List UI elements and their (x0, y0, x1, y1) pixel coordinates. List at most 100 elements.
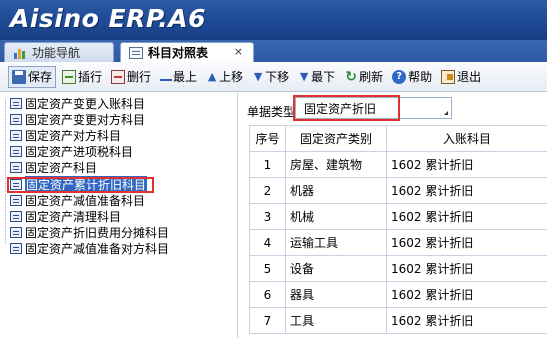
list-icon (10, 242, 22, 254)
row-category[interactable]: 设备 (285, 255, 387, 282)
app-logo: Aisino ERP.A6 (10, 4, 206, 33)
row-index: 7 (249, 307, 286, 334)
account-type-tree: 固定资产变更入账科目 固定资产变更对方科目 固定资产对方科目 固定资产进项税科目… (0, 93, 238, 338)
tree-item[interactable]: 固定资产折旧费用分摊科目 (10, 225, 170, 240)
refresh-button[interactable]: ↻ 刷新 (341, 66, 386, 88)
save-icon (12, 69, 26, 84)
help-button[interactable]: ? 帮助 (389, 66, 435, 88)
select-highlight-box (293, 95, 400, 121)
tab-strip: 功能导航 科目对照表 × (0, 40, 547, 62)
exit-label: 退出 (457, 70, 482, 84)
row-account[interactable]: 1602 累计折旧 (386, 281, 547, 308)
move-down-label: 下移 (265, 70, 290, 84)
column-header-index[interactable]: 序号 (249, 125, 286, 152)
row-account[interactable]: 1602 累计折旧 (386, 177, 547, 204)
move-bottom-label: 最下 (311, 70, 336, 84)
tab-label: 科目对照表 (148, 46, 209, 60)
row-category[interactable]: 工具 (285, 307, 387, 334)
mapping-panel: 单据类型 固定资产折旧 序号 固定资产类别 入账科目 1 房屋、建筑物 1602… (239, 93, 547, 338)
table-row[interactable]: 5 设备 1602 累计折旧 (249, 255, 547, 282)
tab-account-mapping[interactable]: 科目对照表 × (120, 42, 254, 62)
move-bottom-icon: ▼ (299, 70, 309, 83)
list-icon (10, 194, 22, 206)
table-row[interactable]: 3 机械 1602 累计折旧 (249, 203, 547, 230)
insert-row-icon (62, 69, 77, 84)
move-top-button[interactable]: 最上 (157, 66, 200, 88)
row-index: 4 (249, 229, 286, 256)
tree-item[interactable]: 固定资产变更入账科目 (10, 96, 146, 111)
list-icon (10, 210, 22, 222)
list-icon (10, 226, 22, 238)
tree-item-label: 固定资产进项税科目 (25, 144, 134, 159)
table-icon (129, 46, 143, 59)
close-tab-button[interactable]: × (234, 45, 243, 58)
list-icon (10, 145, 22, 157)
toolbar: 保存 插行 删行 最上 ▲ 上移 ▼ 下移 ▼ 最下 ↻ 刷新 ? 帮助 退出 (0, 62, 547, 92)
table-row[interactable]: 2 机器 1602 累计折旧 (249, 177, 547, 204)
column-header-category[interactable]: 固定资产类别 (285, 125, 387, 152)
help-icon: ? (392, 69, 407, 84)
list-icon (10, 161, 22, 173)
tree-item-label: 固定资产清理科目 (25, 209, 122, 224)
chart-icon (13, 47, 27, 59)
list-icon (10, 97, 22, 109)
table-row[interactable]: 7 工具 1602 累计折旧 (249, 307, 547, 334)
row-category[interactable]: 机械 (285, 203, 387, 230)
delete-row-icon (111, 69, 126, 84)
row-index: 6 (249, 281, 286, 308)
tree-item-label: 固定资产折旧费用分摊科目 (25, 225, 170, 240)
delete-row-button[interactable]: 删行 (108, 66, 154, 88)
tree-item[interactable]: 固定资产对方科目 (10, 128, 121, 143)
row-account[interactable]: 1602 累计折旧 (386, 229, 547, 256)
tree-item[interactable]: 固定资产减值准备对方科目 (10, 241, 170, 256)
tab-label: 功能导航 (32, 46, 81, 60)
row-category[interactable]: 运输工具 (285, 229, 387, 256)
row-account[interactable]: 1602 累计折旧 (386, 151, 547, 178)
row-category[interactable]: 器具 (285, 281, 387, 308)
move-up-label: 上移 (219, 70, 244, 84)
help-label: 帮助 (408, 70, 433, 84)
list-icon (10, 129, 22, 141)
move-down-button[interactable]: ▼ 下移 (249, 66, 292, 88)
move-top-label: 最上 (173, 70, 198, 84)
tree-item[interactable]: 固定资产减值准备科目 (10, 193, 145, 208)
move-up-button[interactable]: ▲ 上移 (203, 66, 246, 88)
table-row[interactable]: 6 器具 1602 累计折旧 (249, 281, 547, 308)
tree-item-label: 固定资产变更入账科目 (25, 96, 146, 111)
mapping-table: 序号 固定资产类别 入账科目 1 房屋、建筑物 1602 累计折旧 2 机器 1… (249, 125, 547, 334)
tree-item[interactable]: 固定资产清理科目 (10, 209, 122, 224)
insert-row-button[interactable]: 插行 (59, 66, 105, 88)
column-header-account[interactable]: 入账科目 (386, 125, 547, 152)
selection-highlight-box (7, 177, 154, 193)
table-row[interactable]: 1 房屋、建筑物 1602 累计折旧 (249, 151, 547, 178)
insert-label: 插行 (78, 70, 103, 84)
table-header-row: 序号 固定资产类别 入账科目 (249, 125, 547, 152)
row-account[interactable]: 1602 累计折旧 (386, 307, 547, 334)
tree-item[interactable]: 固定资产进项税科目 (10, 144, 134, 159)
dropdown-corner-icon (444, 111, 448, 115)
row-index: 1 (249, 151, 286, 178)
tree-item-label: 固定资产变更对方科目 (25, 112, 146, 127)
row-account[interactable]: 1602 累计折旧 (386, 255, 547, 282)
tree-item-label: 固定资产科目 (25, 160, 98, 175)
row-index: 2 (249, 177, 286, 204)
move-top-icon (160, 70, 173, 83)
tree-item[interactable]: 固定资产变更对方科目 (10, 112, 146, 127)
save-button[interactable]: 保存 (8, 65, 57, 88)
tree-item-label: 固定资产减值准备对方科目 (25, 241, 170, 256)
exit-icon (441, 69, 456, 84)
arrow-up-icon: ▲ (207, 70, 217, 83)
tab-function-navigation[interactable]: 功能导航 (4, 42, 114, 62)
exit-button[interactable]: 退出 (438, 66, 484, 88)
row-account[interactable]: 1602 累计折旧 (386, 203, 547, 230)
move-bottom-button[interactable]: ▼ 最下 (295, 66, 338, 88)
refresh-label: 刷新 (359, 70, 384, 84)
row-index: 3 (249, 203, 286, 230)
row-category[interactable]: 机器 (285, 177, 387, 204)
tree-item[interactable]: 固定资产科目 (10, 160, 98, 175)
tree-guide-line (5, 99, 6, 244)
delete-label: 删行 (127, 70, 152, 84)
row-category[interactable]: 房屋、建筑物 (285, 151, 387, 178)
row-index: 5 (249, 255, 286, 282)
table-row[interactable]: 4 运输工具 1602 累计折旧 (249, 229, 547, 256)
